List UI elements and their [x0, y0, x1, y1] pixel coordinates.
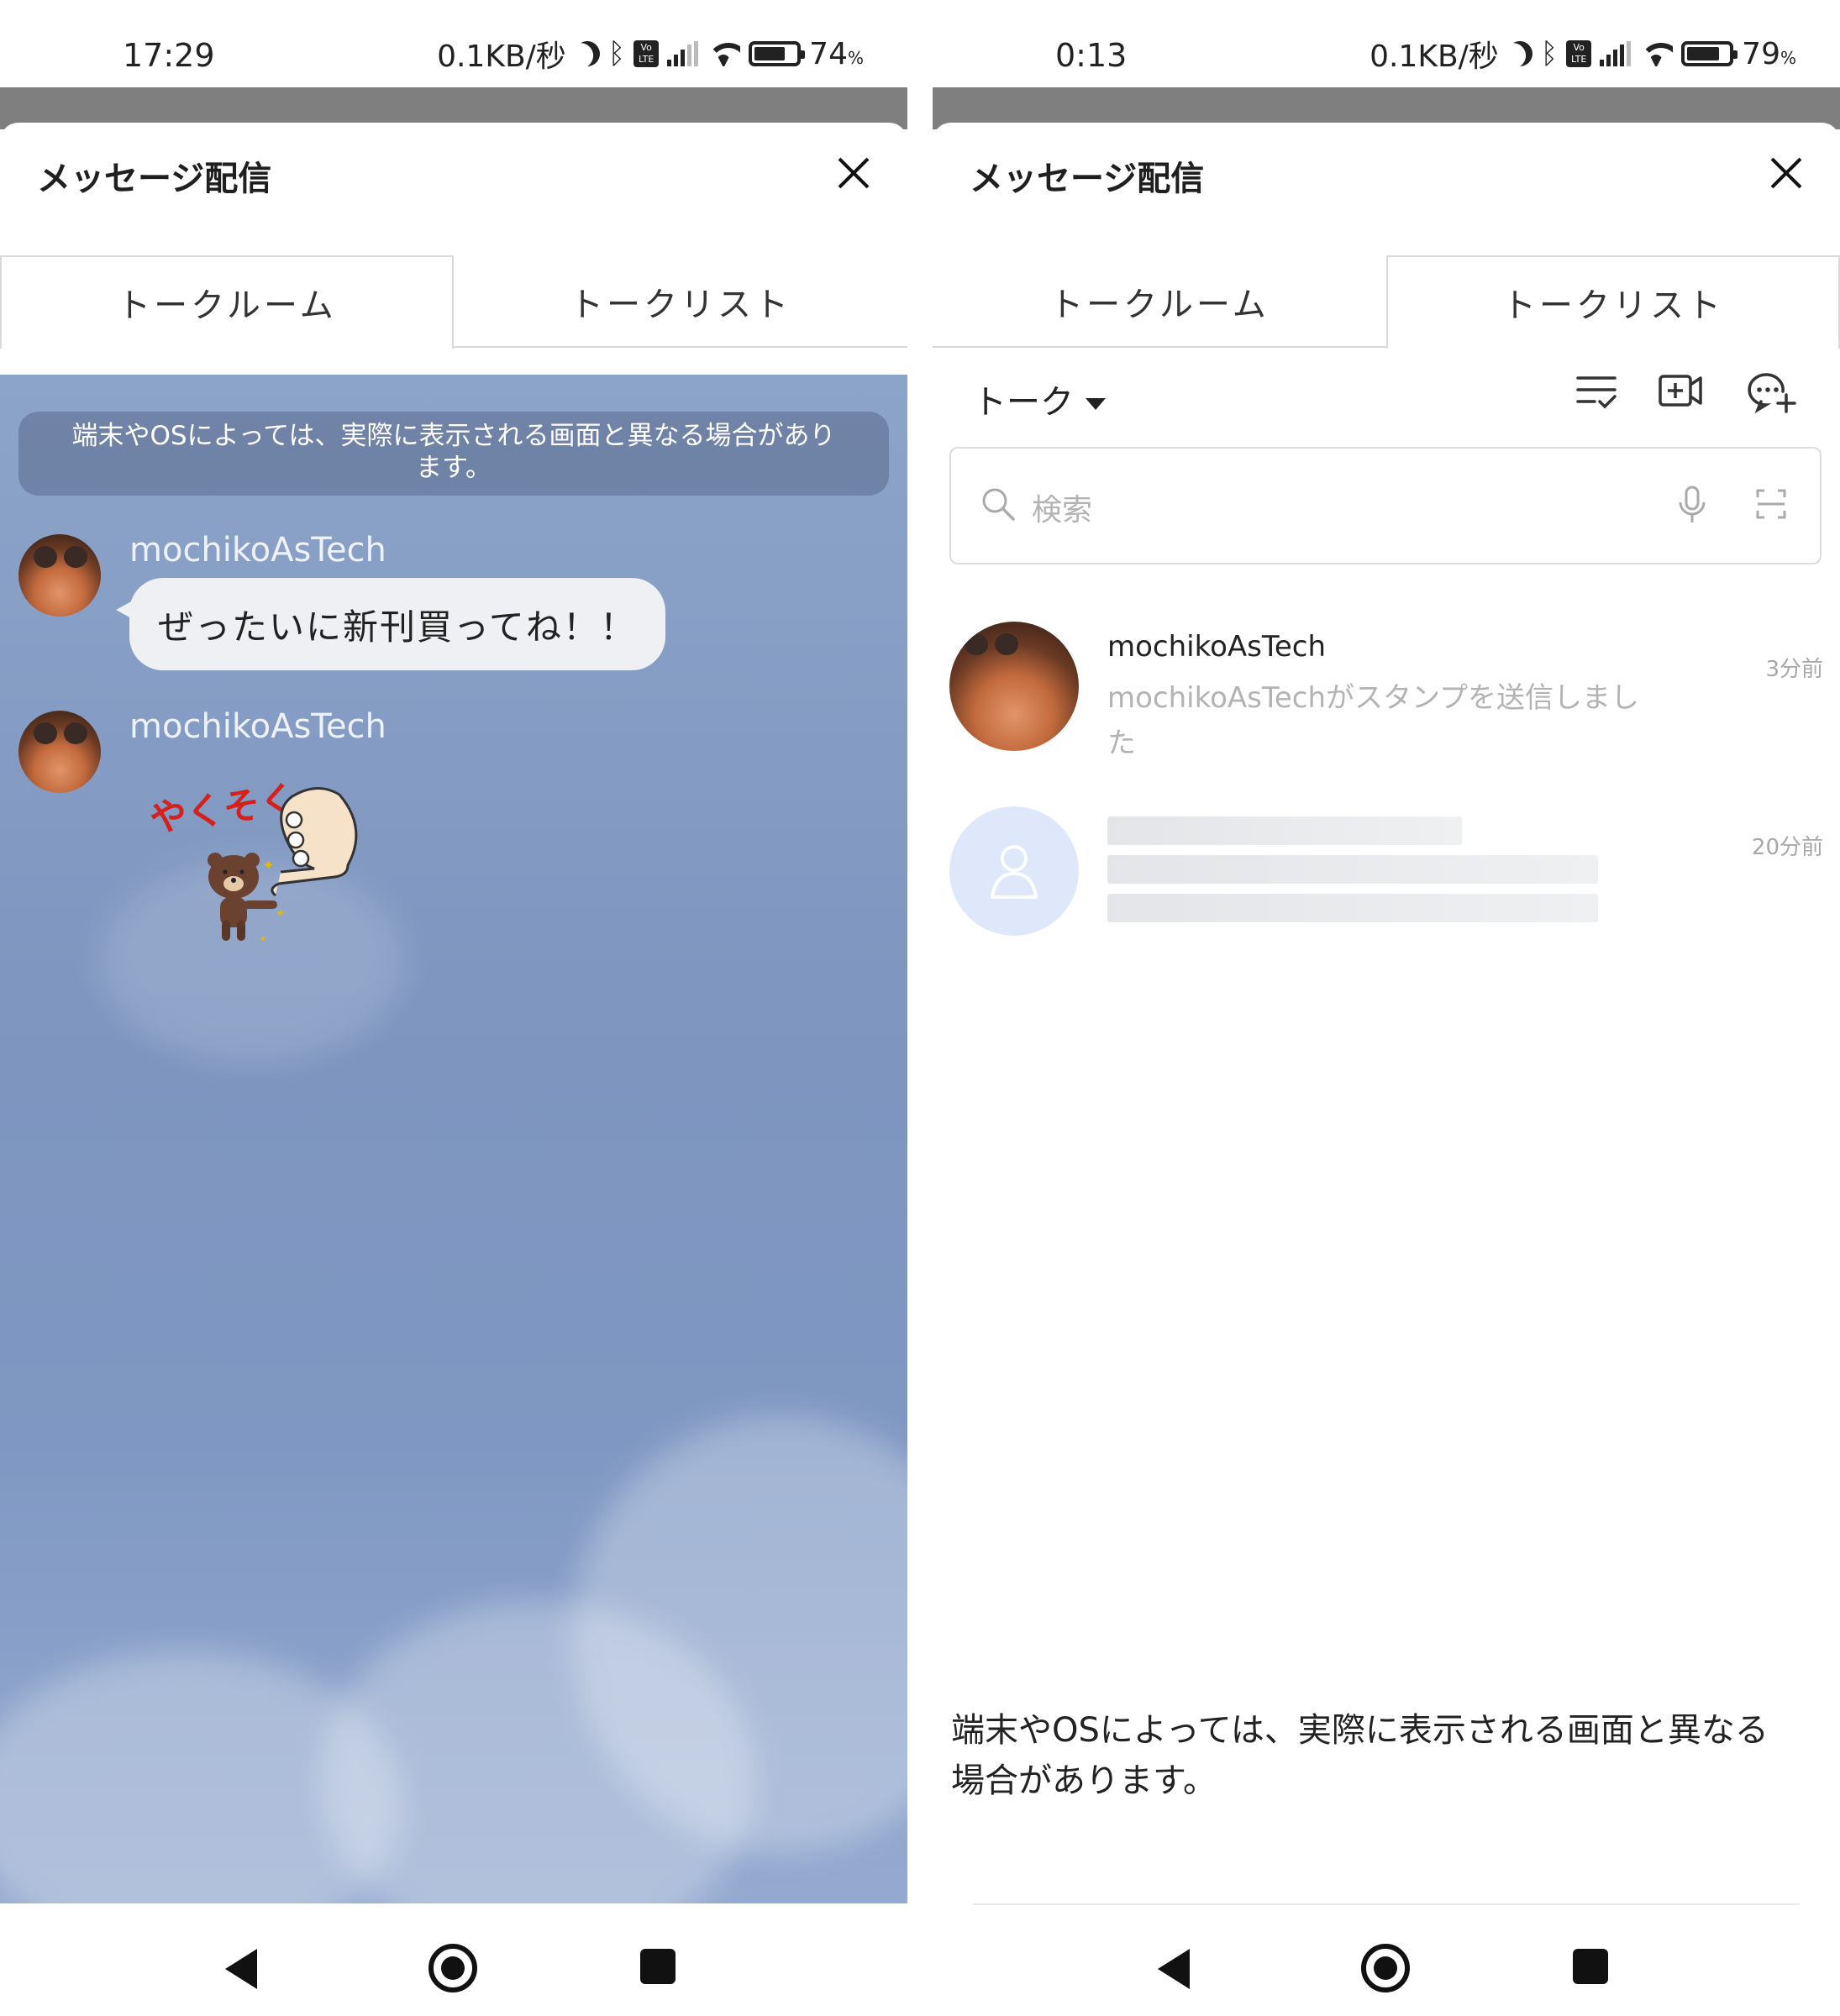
left-screen: 17:29 0.1KB/秒 ᛒ Vo LTE 74% メッセージ配信 トークルーム… — [0, 0, 907, 2016]
person-icon — [991, 845, 1038, 899]
battery-icon — [1681, 41, 1738, 66]
search-icon — [982, 488, 1015, 521]
wifi-icon — [1639, 41, 1674, 66]
home-icon[interactable] — [1361, 1944, 1410, 1992]
skeleton-line — [1107, 894, 1598, 922]
volte-icon: Vo LTE — [1566, 40, 1592, 67]
moon-icon — [1502, 37, 1537, 71]
message-sheet: メッセージ配信 トークルーム トークリスト トーク 検索 mochikoAsTe… — [933, 123, 1840, 1903]
mic-icon[interactable] — [1675, 484, 1709, 526]
close-icon[interactable] — [1769, 156, 1803, 190]
status-bar: 17:29 0.1KB/秒 ᛒ Vo LTE 74% — [0, 0, 907, 87]
tab-bar: トークルーム トークリスト — [0, 255, 907, 349]
brown-bear-promise-sticker[interactable]: やくそく ✦ ✦ ✦ — [150, 778, 385, 946]
sheet-title: メッセージ配信 — [37, 160, 272, 198]
message-sheet: メッセージ配信 トークルーム トークリスト 端末やOSによっては、実際に表示され… — [0, 123, 907, 1903]
list-item[interactable]: 20分前 — [949, 806, 1823, 949]
signal-icon — [667, 41, 699, 66]
tab-talk-list[interactable]: トークリスト — [454, 255, 907, 348]
notice-text: 端末やOSによっては、実際に表示される画面と異なる場合があり ます。 — [71, 421, 836, 483]
battery-icon — [749, 41, 806, 66]
chat-time: 20分前 — [1751, 835, 1823, 860]
moon-icon — [570, 37, 604, 71]
new-chat-icon[interactable] — [1746, 366, 1796, 417]
sheet-title: メッセージ配信 — [970, 160, 1205, 198]
home-icon[interactable] — [428, 1944, 477, 1992]
tab-talk-room[interactable]: トークルーム — [933, 255, 1386, 348]
avatar[interactable] — [18, 711, 101, 793]
chat-preview: mochikoAsTechがスタンプを送信しまし た — [1107, 681, 1639, 760]
status-time: 17:29 — [123, 37, 215, 74]
svg-text:✦: ✦ — [262, 857, 275, 874]
volte-icon: Vo LTE — [633, 40, 660, 67]
battery-percent: 79 — [1742, 36, 1780, 71]
sort-icon[interactable] — [1571, 366, 1622, 417]
talk-toolbar: トーク — [933, 366, 1840, 442]
message-bubble[interactable]: ぜったいに新刊買ってね！！ — [116, 578, 665, 670]
close-icon[interactable] — [837, 156, 870, 190]
back-icon[interactable] — [225, 1949, 257, 1989]
sender-name: mochikoAsTech — [129, 531, 386, 570]
avatar — [949, 622, 1079, 751]
navigation-bar — [0, 1907, 907, 2016]
navigation-bar — [933, 1907, 1840, 2016]
right-screen: 0:13 0.1KB/秒 ᛒ Vo LTE 79% メッセージ配信 トークルーム … — [933, 0, 1840, 2016]
default-avatar — [949, 806, 1079, 936]
search-placeholder: 検索 — [1032, 493, 1093, 528]
video-call-icon[interactable] — [1655, 366, 1706, 417]
list-item[interactable]: mochikoAsTech mochikoAsTechがスタンプを送信しまし た… — [949, 622, 1823, 764]
talk-filter-dropdown[interactable]: トーク — [973, 375, 1106, 423]
recents-icon[interactable] — [1573, 1949, 1608, 1984]
search-input[interactable]: 検索 — [949, 447, 1822, 564]
recents-icon[interactable] — [640, 1949, 676, 1984]
back-icon[interactable] — [1158, 1949, 1190, 1989]
sender-name: mochikoAsTech — [129, 707, 386, 746]
tab-bar: トークルーム トークリスト — [933, 255, 1840, 349]
wifi-icon — [707, 41, 741, 66]
avatar[interactable] — [18, 534, 101, 617]
notice-text: 端末やOSによっては、実際に表示される画面と異なる 場合があります。 — [951, 1711, 1769, 1800]
svg-text:✦: ✦ — [276, 907, 286, 921]
divider — [973, 1903, 1800, 1905]
net-speed: 0.1KB/秒 — [437, 39, 566, 74]
scan-icon[interactable] — [1754, 487, 1788, 521]
net-speed: 0.1KB/秒 — [1369, 39, 1499, 74]
status-time: 0:13 — [1055, 37, 1128, 74]
talk-filter-label: トーク — [973, 383, 1074, 422]
chat-time: 3分前 — [1765, 657, 1823, 682]
chat-name: mochikoAsTech — [1107, 630, 1327, 664]
notice-banner: 端末やOSによっては、実際に表示される画面と異なる場合があり ます。 — [18, 412, 889, 496]
skeleton-line — [1107, 855, 1598, 884]
svg-text:✦: ✦ — [259, 933, 267, 945]
battery-percent: 74 — [809, 36, 848, 71]
sticker-text: やくそく — [150, 778, 300, 841]
chat-area[interactable]: 端末やOSによっては、実際に表示される画面と異なる場合があり ます。 mochi… — [0, 375, 907, 1903]
bluetooth-icon: ᛒ — [1540, 37, 1559, 71]
skeleton-name — [1107, 816, 1462, 845]
chevron-down-icon — [1086, 398, 1106, 410]
bluetooth-icon: ᛒ — [607, 37, 626, 71]
status-bar: 0:13 0.1KB/秒 ᛒ Vo LTE 79% — [933, 0, 1840, 87]
message-text: ぜったいに新刊買ってね！！ — [158, 606, 637, 648]
tab-talk-list[interactable]: トークリスト — [1386, 255, 1840, 349]
signal-icon — [1600, 41, 1632, 66]
tab-talk-room[interactable]: トークルーム — [0, 255, 454, 349]
hand-pinky-promise — [271, 787, 358, 897]
